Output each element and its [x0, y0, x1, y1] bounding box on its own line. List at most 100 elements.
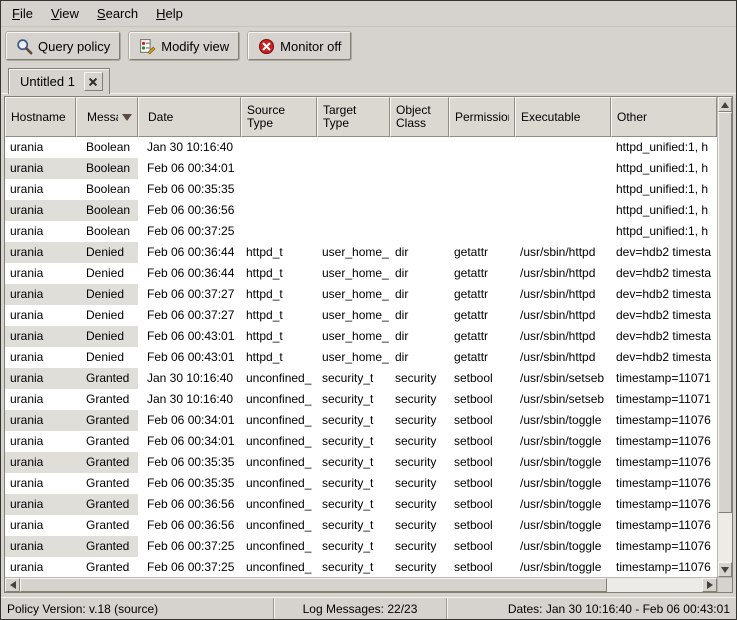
cell-source-type: unconfined_ — [241, 452, 317, 473]
cell-target-type: user_home_ — [317, 305, 390, 326]
menu-search[interactable]: Search — [88, 2, 147, 25]
toolbar: Query policy Modify view — [1, 27, 736, 65]
cell-permission — [449, 221, 515, 242]
cell-message: Denied — [76, 305, 138, 326]
cell-other: timestamp=11076 — [611, 473, 717, 494]
cell-executable: /usr/sbin/toggle — [515, 431, 611, 452]
vertical-scroll-track[interactable] — [718, 112, 732, 562]
cell-date: Feb 06 00:34:01 — [138, 431, 241, 452]
table-row[interactable]: uraniaGrantedFeb 06 00:37:25unconfined_s… — [5, 536, 717, 557]
vertical-scroll-thumb[interactable] — [718, 112, 732, 513]
table-row[interactable]: uraniaDeniedFeb 06 00:43:01httpd_tuser_h… — [5, 326, 717, 347]
column-header-label: Date — [148, 111, 173, 124]
table-row[interactable]: uraniaBooleanFeb 06 00:37:25httpd_unifie… — [5, 221, 717, 242]
table-row[interactable]: uraniaGrantedJan 30 10:16:40unconfined_s… — [5, 389, 717, 410]
cell-message: Boolean — [76, 179, 138, 200]
cell-source-type — [241, 158, 317, 179]
menu-help[interactable]: Help — [147, 2, 192, 25]
vertical-scrollbar[interactable] — [717, 97, 732, 577]
cell-object-class: security — [390, 389, 449, 410]
scroll-down-button[interactable] — [718, 562, 732, 577]
cell-object-class — [390, 221, 449, 242]
cell-date: Feb 06 00:43:01 — [138, 347, 241, 368]
column-header-label: Target Type — [323, 104, 384, 130]
cell-object-class: security — [390, 536, 449, 557]
column-header-permission[interactable]: Permission — [449, 97, 515, 137]
table-row[interactable]: uraniaGrantedFeb 06 00:35:35unconfined_s… — [5, 452, 717, 473]
cell-executable: /usr/sbin/httpd — [515, 326, 611, 347]
column-header-label: Source Type — [247, 104, 311, 130]
menu-view[interactable]: View — [42, 2, 88, 25]
table-row[interactable]: uraniaGrantedFeb 06 00:36:56unconfined_s… — [5, 494, 717, 515]
monitor-off-button[interactable]: Monitor off — [248, 32, 351, 60]
cell-source-type — [241, 200, 317, 221]
cell-date: Feb 06 00:34:01 — [138, 410, 241, 431]
column-header-executable[interactable]: Executable — [515, 97, 611, 137]
cell-executable: /usr/sbin/setseb — [515, 389, 611, 410]
table-row[interactable]: uraniaGrantedFeb 06 00:34:01unconfined_s… — [5, 410, 717, 431]
table-row[interactable]: uraniaBooleanJan 30 10:16:40httpd_unifie… — [5, 137, 717, 158]
modify-view-button[interactable]: Modify view — [129, 32, 239, 60]
table-row[interactable]: uraniaGrantedFeb 06 00:34:01unconfined_s… — [5, 431, 717, 452]
table-row[interactable]: uraniaDeniedFeb 06 00:36:44httpd_tuser_h… — [5, 263, 717, 284]
column-header-target-type[interactable]: Target Type — [317, 97, 390, 137]
table-row[interactable]: uraniaBooleanFeb 06 00:35:35httpd_unifie… — [5, 179, 717, 200]
cell-permission: setbool — [449, 557, 515, 577]
table-row[interactable]: uraniaBooleanFeb 06 00:36:56httpd_unifie… — [5, 200, 717, 221]
cell-target-type: security_t — [317, 536, 390, 557]
table-row[interactable]: uraniaDeniedFeb 06 00:36:44httpd_tuser_h… — [5, 242, 717, 263]
cell-object-class: dir — [390, 326, 449, 347]
tab-untitled-1[interactable]: Untitled 1 — [8, 68, 110, 94]
cell-message: Granted — [76, 431, 138, 452]
cell-message: Granted — [76, 410, 138, 431]
table-row[interactable]: uraniaDeniedFeb 06 00:43:01httpd_tuser_h… — [5, 347, 717, 368]
cell-source-type: httpd_t — [241, 263, 317, 284]
table-row[interactable]: uraniaDeniedFeb 06 00:37:27httpd_tuser_h… — [5, 305, 717, 326]
cell-permission: setbool — [449, 515, 515, 536]
scroll-right-button[interactable] — [702, 578, 717, 592]
table-row[interactable]: uraniaGrantedFeb 06 00:36:56unconfined_s… — [5, 515, 717, 536]
column-header-other[interactable]: Other — [611, 97, 717, 137]
magnifier-icon — [16, 38, 33, 55]
cell-hostname: urania — [5, 431, 76, 452]
cell-executable — [515, 158, 611, 179]
column-header-message[interactable]: Messa — [76, 97, 138, 137]
cell-target-type: security_t — [317, 452, 390, 473]
column-header-source-type[interactable]: Source Type — [241, 97, 317, 137]
table-row[interactable]: uraniaBooleanFeb 06 00:34:01httpd_unifie… — [5, 158, 717, 179]
column-header-label: Messa — [87, 111, 118, 124]
tab-close-button[interactable] — [84, 72, 103, 91]
cell-source-type: unconfined_ — [241, 410, 317, 431]
cell-target-type: security_t — [317, 494, 390, 515]
arrow-down-icon — [721, 567, 729, 573]
horizontal-scrollbar[interactable] — [5, 577, 717, 592]
cell-message: Denied — [76, 263, 138, 284]
cell-object-class: dir — [390, 242, 449, 263]
column-header-hostname[interactable]: Hostname — [5, 97, 76, 137]
cell-other: httpd_unified:1, h — [611, 221, 717, 242]
cell-target-type: security_t — [317, 431, 390, 452]
table-row[interactable]: uraniaGrantedJan 30 10:16:40unconfined_s… — [5, 368, 717, 389]
cell-executable: /usr/sbin/toggle — [515, 515, 611, 536]
horizontal-scroll-track[interactable] — [20, 578, 702, 592]
horizontal-scroll-thumb[interactable] — [20, 578, 607, 592]
column-header-object-class[interactable]: Object Class — [390, 97, 449, 137]
cell-source-type: unconfined_ — [241, 431, 317, 452]
table-row[interactable]: uraniaGrantedFeb 06 00:37:25unconfined_s… — [5, 557, 717, 577]
cell-other: httpd_unified:1, h — [611, 200, 717, 221]
cell-target-type: security_t — [317, 557, 390, 577]
monitor-off-icon — [258, 38, 275, 55]
table-row[interactable]: uraniaDeniedFeb 06 00:37:27httpd_tuser_h… — [5, 284, 717, 305]
app-window: File View Search Help Query policy — [0, 0, 737, 620]
column-header-date[interactable]: Date — [138, 97, 241, 137]
cell-date: Feb 06 00:37:25 — [138, 221, 241, 242]
scroll-up-button[interactable] — [718, 97, 732, 112]
cell-other: httpd_unified:1, h — [611, 179, 717, 200]
cell-date: Jan 30 10:16:40 — [138, 368, 241, 389]
menu-file[interactable]: File — [3, 2, 42, 25]
table-row[interactable]: uraniaGrantedFeb 06 00:35:35unconfined_s… — [5, 473, 717, 494]
query-policy-button[interactable]: Query policy — [6, 32, 120, 60]
cell-date: Feb 06 00:35:35 — [138, 179, 241, 200]
column-header-label: Hostname — [11, 111, 66, 124]
scroll-left-button[interactable] — [5, 578, 20, 592]
